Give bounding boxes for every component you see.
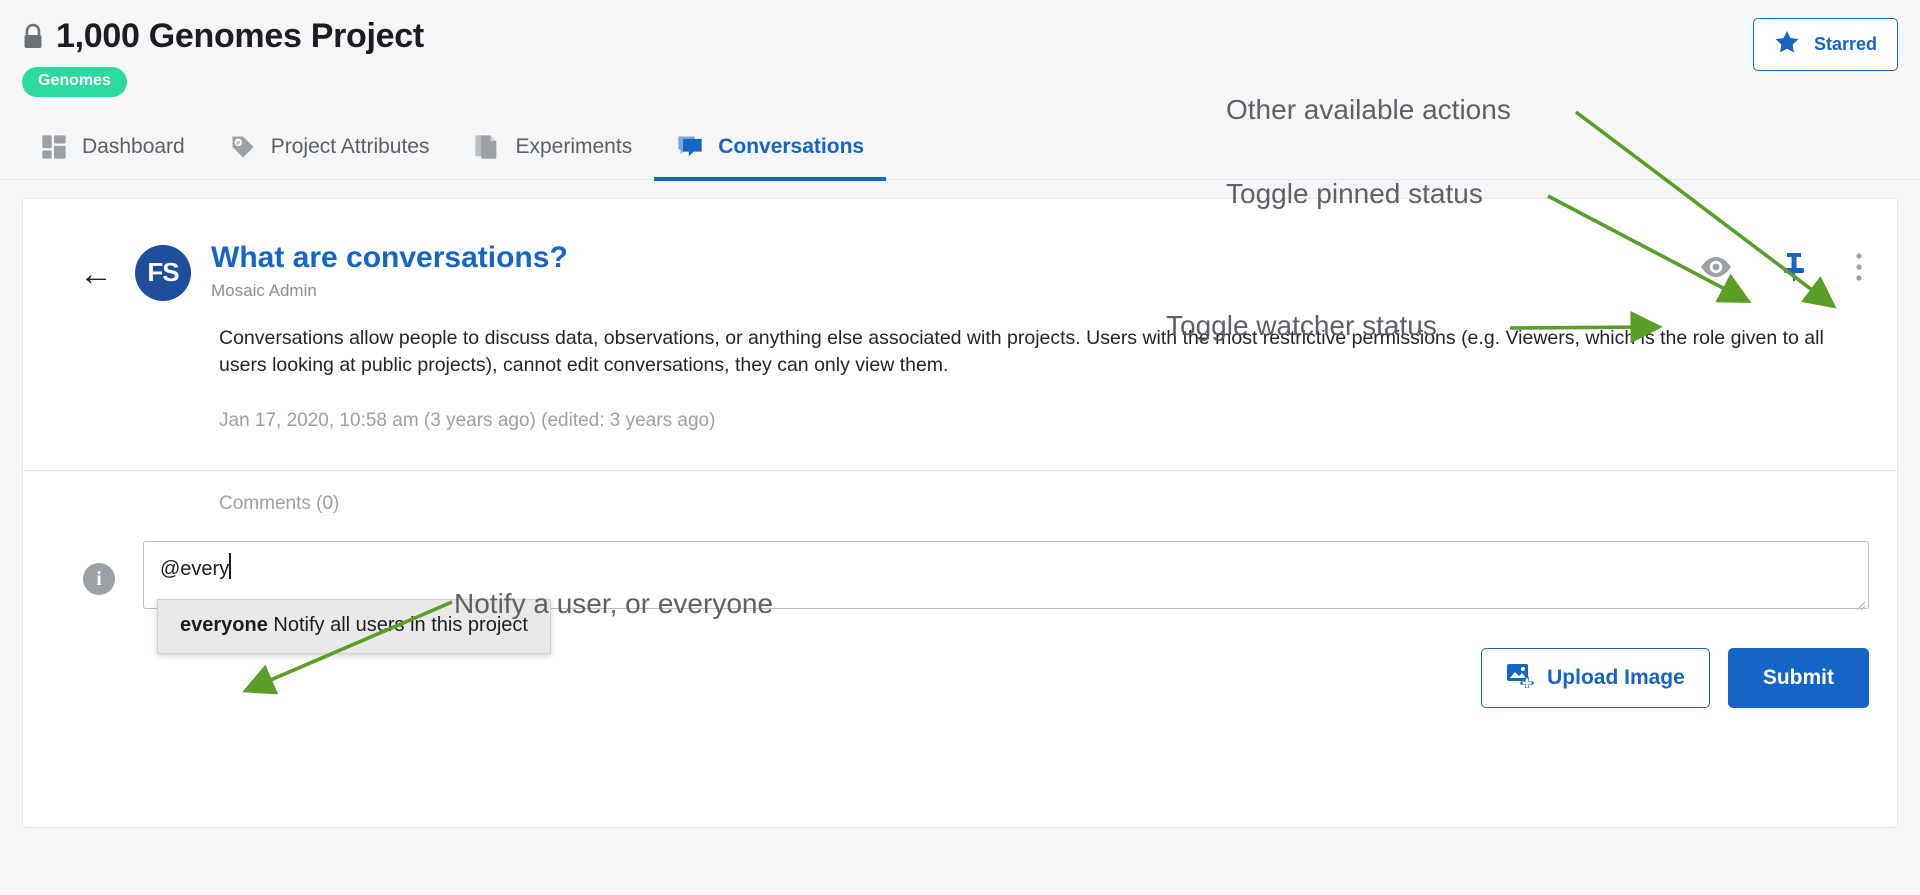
- page-header: 1,000 Genomes Project Genomes Starred: [0, 0, 1920, 97]
- conversation-card: ← FS What are conversations? Mosaic Admi…: [22, 197, 1898, 828]
- tag-icon: P: [229, 133, 257, 161]
- conversation-body: Conversations allow people to discuss da…: [219, 326, 1824, 377]
- document-icon: [473, 133, 501, 161]
- annotation-other-actions: Other available actions: [1226, 94, 1511, 125]
- conversation-date: Jan 17, 2020, 10:58 am (3 years ago) (ed…: [219, 410, 716, 432]
- conversation-title[interactable]: What are conversations?: [211, 241, 568, 274]
- kebab-menu-icon[interactable]: [1855, 252, 1863, 282]
- conversation-header: ← FS What are conversations? Mosaic Admi…: [23, 199, 1897, 301]
- project-tag[interactable]: Genomes: [22, 67, 127, 97]
- upload-image-button[interactable]: Upload Image: [1481, 648, 1710, 709]
- lock-icon: [22, 23, 44, 51]
- mention-autocomplete-item[interactable]: everyone Notify all users in this projec…: [157, 599, 551, 655]
- chat-bubble-icon: [676, 133, 704, 161]
- tab-dashboard[interactable]: Dashboard: [18, 123, 207, 181]
- composer-buttons: Upload Image Submit: [23, 648, 1869, 709]
- star-icon: [1774, 29, 1800, 60]
- mention-name: everyone: [180, 614, 268, 637]
- back-arrow-icon[interactable]: ←: [79, 257, 113, 291]
- tab-project-attributes-label: Project Attributes: [270, 134, 430, 158]
- conversation-actions: [1699, 251, 1863, 283]
- image-upload-icon: [1506, 662, 1534, 694]
- tab-experiments-label: Experiments: [515, 134, 633, 158]
- svg-text:P: P: [236, 141, 240, 147]
- tag-row: Genomes: [22, 67, 1898, 97]
- eye-icon[interactable]: [1699, 254, 1733, 280]
- info-icon[interactable]: i: [83, 563, 115, 596]
- submit-button[interactable]: Submit: [1727, 648, 1869, 709]
- tab-experiments[interactable]: Experiments: [451, 123, 654, 181]
- tab-conversations[interactable]: Conversations: [654, 123, 887, 181]
- card-divider: [23, 470, 1897, 472]
- text-caret: [229, 553, 231, 580]
- starred-button-label: Starred: [1813, 34, 1877, 54]
- submit-button-label: Submit: [1762, 666, 1834, 690]
- upload-image-label: Upload Image: [1547, 666, 1685, 690]
- conversation-title-wrap: What are conversations? Mosaic Admin: [211, 241, 568, 301]
- title-row: 1,000 Genomes Project: [22, 17, 1898, 55]
- comment-composer-row: i everyone Notify all users in this proj…: [83, 541, 1869, 655]
- comments-count-label: Comments (0): [219, 493, 340, 515]
- comment-composer: everyone Notify all users in this projec…: [143, 541, 1869, 655]
- conversation-author: Mosaic Admin: [211, 280, 317, 300]
- pin-icon[interactable]: [1781, 251, 1807, 283]
- dashboard-grid-icon: [40, 133, 68, 161]
- tab-project-attributes[interactable]: P Project Attributes: [207, 123, 452, 181]
- tab-dashboard-label: Dashboard: [82, 134, 185, 158]
- avatar: FS: [135, 244, 191, 301]
- tab-conversations-label: Conversations: [718, 134, 865, 158]
- tab-bar: Dashboard P Project Attributes Experimen…: [0, 123, 1920, 181]
- starred-button[interactable]: Starred: [1752, 18, 1898, 71]
- mention-description: Notify all users in this project: [273, 614, 528, 637]
- page-title: 1,000 Genomes Project: [56, 17, 424, 55]
